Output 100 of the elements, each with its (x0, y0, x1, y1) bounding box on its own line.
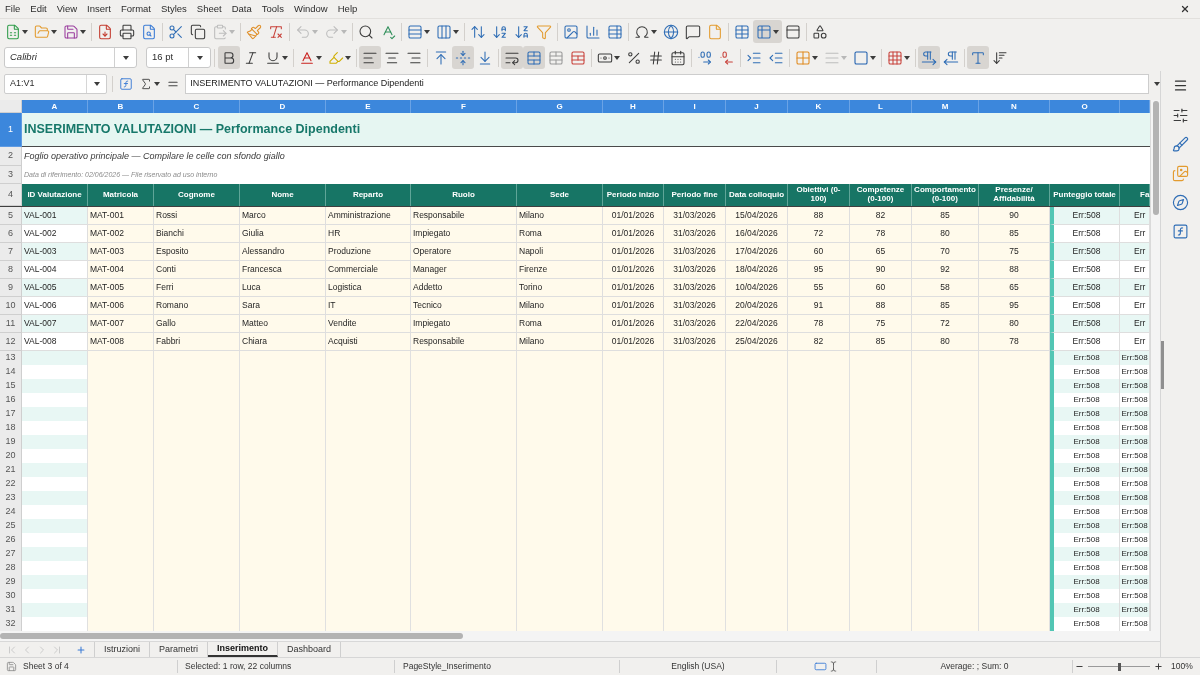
row-header[interactable]: 14 (0, 365, 22, 380)
row-header[interactable]: 3 (0, 166, 22, 184)
column-header[interactable]: N (979, 100, 1050, 113)
row-header[interactable]: 9 (0, 279, 22, 297)
row-header[interactable]: 1 (0, 113, 22, 147)
close-button[interactable] (1180, 4, 1190, 14)
row-header[interactable]: 21 (0, 463, 22, 478)
page-icon (707, 23, 723, 40)
row-header[interactable]: 15 (0, 379, 22, 394)
row-header[interactable]: 32 (0, 617, 22, 632)
caret-icon (312, 29, 318, 34)
menu-item[interactable]: Edit (25, 2, 52, 16)
row-header[interactable]: 17 (0, 407, 22, 422)
redo-icon (324, 23, 340, 40)
row-header[interactable]: 6 (0, 225, 22, 243)
column-header[interactable]: L (850, 100, 912, 113)
horizontal-text-button[interactable] (967, 46, 989, 69)
row-header[interactable]: 11 (0, 315, 22, 333)
formula-input[interactable]: INSERIMENTO VALUTAZIONI — Performance Dipendenti (185, 74, 1149, 94)
sidebar-grip[interactable] (1161, 341, 1164, 389)
row-header[interactable]: 4 (0, 184, 22, 206)
add-sheet-button[interactable] (76, 644, 86, 655)
menu-item[interactable]: Window (288, 2, 333, 16)
row-header[interactable]: 10 (0, 297, 22, 315)
wrap-text-button[interactable] (501, 46, 523, 69)
row-header[interactable]: 20 (0, 449, 22, 464)
menu-item[interactable]: Insert (82, 2, 116, 16)
column-header[interactable]: A (22, 100, 88, 113)
column-header[interactable]: K (788, 100, 850, 113)
align-middle-button[interactable] (452, 46, 474, 69)
selection-mode-icon[interactable] (814, 660, 827, 673)
row-header[interactable]: 25 (0, 519, 22, 534)
table-cell: 95 (979, 297, 1050, 315)
row-header[interactable]: 29 (0, 575, 22, 590)
column-header[interactable]: M (912, 100, 979, 113)
column-header[interactable]: G (517, 100, 603, 113)
bold-button[interactable] (218, 46, 240, 69)
row-header[interactable]: 23 (0, 491, 22, 506)
text-cursor-icon[interactable] (828, 661, 839, 672)
font-name-field[interactable]: Calibri (4, 47, 137, 68)
left-to-right-button[interactable] (918, 46, 940, 69)
table-cell: Err:508 (1050, 365, 1120, 380)
row-header[interactable]: 28 (0, 561, 22, 576)
row-header[interactable]: 7 (0, 243, 22, 261)
row-header[interactable]: 19 (0, 435, 22, 450)
row-header[interactable]: 30 (0, 589, 22, 604)
zoom-in-button[interactable] (1154, 662, 1163, 671)
merge-cells-icon (526, 49, 542, 66)
column-header[interactable]: F (411, 100, 517, 113)
sheet-tab[interactable]: Istruzioni (95, 642, 150, 657)
column-header[interactable]: B (88, 100, 154, 113)
column-header[interactable]: J (726, 100, 788, 113)
font-size-field[interactable]: 16 pt (146, 47, 211, 68)
merge-center-button[interactable] (523, 46, 545, 69)
sheet-tab[interactable]: Inserimento (208, 642, 279, 657)
table-cell: Acquisti (326, 333, 411, 351)
row-header[interactable]: 8 (0, 261, 22, 279)
row-header[interactable]: 22 (0, 477, 22, 492)
slider-thumb[interactable] (1117, 662, 1121, 671)
row-header[interactable]: 24 (0, 505, 22, 520)
row-header[interactable]: 26 (0, 533, 22, 548)
menu-item[interactable]: Format (115, 2, 156, 16)
align-left-button[interactable] (359, 46, 381, 69)
zoom-slider[interactable] (1088, 661, 1150, 672)
column-header[interactable]: H (603, 100, 664, 113)
column-header[interactable]: C (154, 100, 240, 113)
column-header[interactable]: O (1050, 100, 1120, 113)
menu-item[interactable]: Sheet (191, 2, 227, 16)
column-header[interactable]: I (664, 100, 726, 113)
menu-item[interactable]: Data (226, 2, 257, 16)
row-header[interactable]: 2 (0, 147, 22, 166)
menu-item[interactable]: View (51, 2, 83, 16)
row-header[interactable]: 16 (0, 393, 22, 408)
menu-item[interactable]: Help (332, 2, 363, 16)
menu-item[interactable]: Styles (155, 2, 192, 16)
column-header[interactable]: D (240, 100, 326, 113)
name-box[interactable]: A1:V1 (4, 74, 108, 94)
row-header[interactable]: 13 (0, 351, 22, 366)
vertical-scrollbar[interactable] (1150, 100, 1160, 631)
row-header[interactable]: 31 (0, 603, 22, 618)
row-header[interactable]: 12 (0, 333, 22, 351)
row-header[interactable]: 5 (0, 207, 22, 225)
row-header[interactable]: 18 (0, 421, 22, 436)
header-cell: Ruolo (411, 184, 517, 206)
sheet-tab[interactable]: Parametri (150, 642, 209, 657)
menu-item[interactable]: File (0, 2, 26, 16)
table-cell: IT (326, 297, 411, 315)
language[interactable]: English (USA) (671, 660, 725, 673)
row-header[interactable]: 27 (0, 547, 22, 562)
table-cell: Err:508 (1120, 407, 1150, 422)
column-header[interactable]: E (326, 100, 411, 113)
table-cell: VAL-003 (22, 243, 88, 261)
sheet-tab[interactable]: Dashboard (278, 642, 342, 657)
menu-item[interactable]: Tools (256, 2, 289, 16)
freeze-button[interactable] (753, 20, 782, 43)
table-cell: Vendite (326, 315, 411, 333)
zoom-level[interactable]: 100% (1171, 660, 1193, 673)
expand-formula-button[interactable] (1153, 82, 1160, 86)
table-cell: Err:508 (1120, 393, 1150, 408)
pilcrow-right-icon (921, 49, 937, 66)
